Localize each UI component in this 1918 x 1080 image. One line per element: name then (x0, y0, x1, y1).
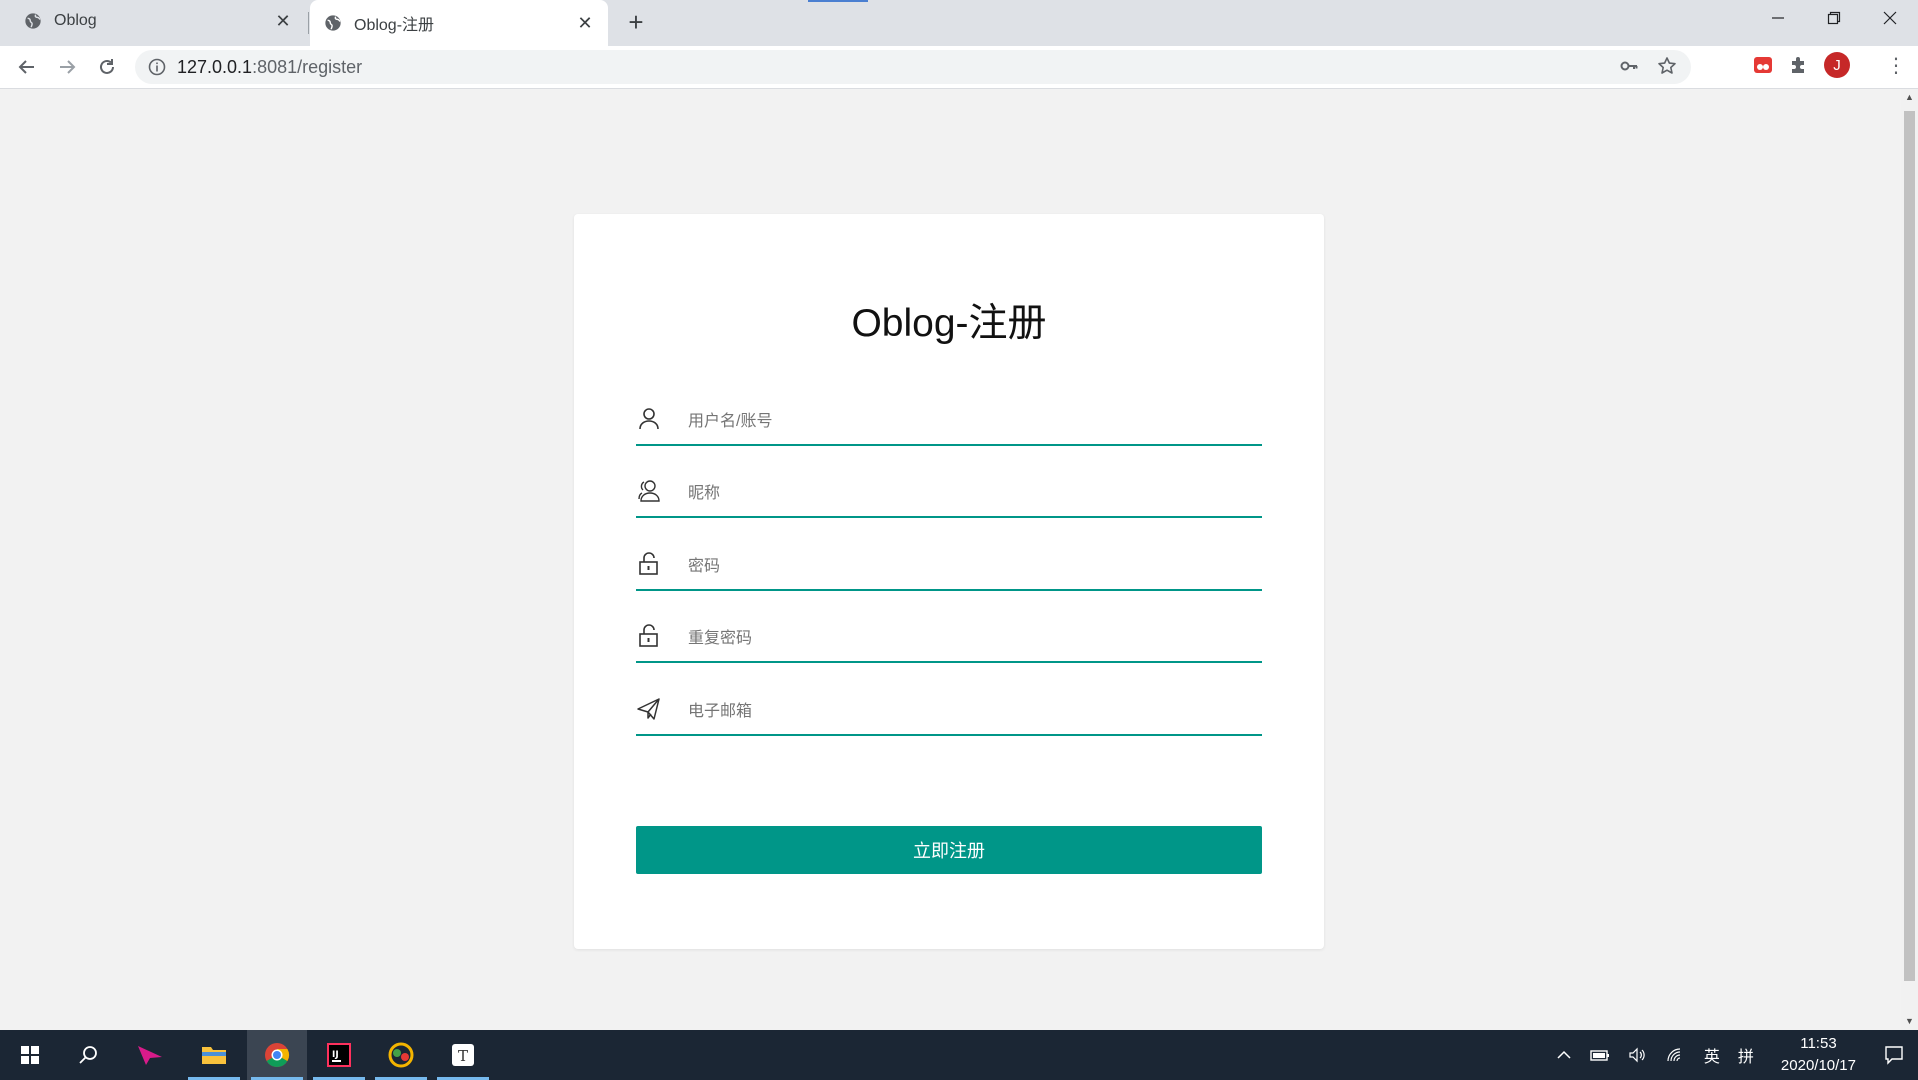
taskbar-clock[interactable]: 11:53 2020/10/17 (1781, 1033, 1856, 1077)
more-menu-icon[interactable]: ⋮ (1886, 56, 1906, 76)
search-icon (79, 1046, 97, 1064)
key-icon[interactable] (1619, 56, 1639, 76)
ime-language-indicator[interactable]: 英 (1704, 1043, 1720, 1067)
page-scrollbar[interactable]: ▲ ▼ (1901, 89, 1918, 1030)
globe-icon (25, 13, 41, 29)
password-field (636, 545, 1262, 591)
tab-close-icon[interactable]: ✕ (570, 13, 600, 34)
bookmark-star-icon[interactable] (1657, 56, 1677, 76)
clock-date: 2020/10/17 (1780, 1057, 1856, 1074)
tab-oblog-register[interactable]: Oblog-注册 ✕ (310, 0, 608, 46)
tab-oblog[interactable]: Oblog ✕ (0, 0, 306, 42)
minimize-icon[interactable] (1750, 0, 1806, 36)
volume-icon[interactable] (1628, 1047, 1648, 1063)
notification-center-button[interactable] (1870, 1030, 1918, 1080)
page-title: Oblog-注册 (851, 302, 1047, 345)
nickname-input[interactable] (686, 478, 1250, 510)
taskbar-search-button[interactable] (58, 1030, 118, 1080)
user-icon (639, 408, 659, 430)
scroll-down-arrow-icon[interactable]: ▼ (1901, 1013, 1918, 1030)
tab-title: Oblog (54, 12, 97, 29)
browser-toolbar: 127.0.0.1:8081/register J ⋮ (0, 46, 1918, 89)
tab-drag-indicator (808, 0, 868, 2)
battery-icon[interactable] (1590, 1047, 1610, 1063)
reload-icon[interactable] (92, 52, 122, 82)
username-input[interactable] (686, 406, 1250, 438)
windows-start-icon (21, 1046, 39, 1064)
extension-red-icon[interactable] (1752, 54, 1774, 76)
username-field (636, 400, 1262, 446)
site-info-icon[interactable] (147, 57, 167, 77)
wifi-icon[interactable] (1666, 1047, 1686, 1063)
scrollbar-thumb[interactable] (1904, 111, 1915, 981)
chrome-icon (265, 1043, 290, 1067)
clock-time: 11:53 (1800, 1035, 1837, 1052)
address-bar[interactable]: 127.0.0.1:8081/register (135, 50, 1691, 84)
email-field (636, 690, 1262, 736)
repeat-password-input[interactable] (686, 623, 1250, 655)
forward-arrow-icon[interactable] (52, 52, 82, 82)
nickname-field (636, 472, 1262, 518)
register-submit-button[interactable]: 立即注册 (636, 826, 1262, 874)
users-icon (638, 480, 660, 502)
ime-mode-indicator[interactable]: 拼 (1738, 1043, 1754, 1067)
notification-icon (1885, 1046, 1903, 1065)
taskbar-typora[interactable]: T (433, 1030, 493, 1080)
extensions-puzzle-icon[interactable] (1788, 54, 1810, 76)
start-button[interactable] (0, 1030, 60, 1080)
browser-tab-strip: Oblog ✕ Oblog-注册 ✕ + (0, 0, 1918, 46)
extensions-area: J (1752, 52, 1850, 78)
register-card: Oblog-注册 立即注册 (574, 214, 1324, 949)
back-arrow-icon[interactable] (12, 52, 42, 82)
taskbar-kite-app[interactable] (120, 1030, 180, 1080)
new-tab-plus-icon[interactable]: + (622, 8, 650, 36)
taskbar-file-explorer[interactable] (184, 1030, 244, 1080)
lock-icon (639, 552, 658, 575)
paper-plane-icon (637, 698, 660, 720)
omnibox-actions (1619, 56, 1677, 76)
lock-icon (639, 624, 658, 647)
profile-avatar[interactable]: J (1824, 52, 1850, 78)
file-explorer-icon (202, 1047, 226, 1064)
email-input[interactable] (686, 696, 1250, 728)
password-input[interactable] (686, 551, 1250, 583)
close-window-icon[interactable] (1862, 0, 1918, 36)
restore-icon[interactable] (1806, 0, 1862, 36)
svg-text:IJ: IJ (332, 1050, 339, 1060)
chevron-up-icon[interactable] (1556, 1047, 1572, 1063)
taskbar-navicat[interactable] (371, 1030, 431, 1080)
kite-app-icon (138, 1046, 162, 1065)
windows-taskbar: IJ T 英 拼 11:53 2020/10/17 (0, 1030, 1918, 1080)
taskbar-intellij[interactable]: IJ (309, 1030, 369, 1080)
svg-text:T: T (458, 1047, 468, 1065)
repeat-password-field (636, 617, 1262, 663)
intellij-icon: IJ (327, 1043, 351, 1067)
navicat-icon (388, 1042, 414, 1068)
tab-separator (308, 12, 309, 34)
globe-icon (325, 15, 341, 31)
system-tray: 英 拼 11:53 2020/10/17 (1547, 1030, 1918, 1080)
url-text[interactable]: 127.0.0.1:8081/register (177, 57, 362, 78)
url-path: :8081/register (252, 56, 363, 77)
window-controls (1750, 0, 1918, 36)
typora-icon: T (452, 1044, 474, 1066)
tab-close-icon[interactable]: ✕ (268, 11, 298, 32)
url-host: 127.0.0.1 (177, 56, 253, 77)
scroll-up-arrow-icon[interactable]: ▲ (1901, 89, 1918, 106)
tab-title: Oblog-注册 (354, 17, 435, 34)
taskbar-chrome[interactable] (247, 1030, 307, 1080)
